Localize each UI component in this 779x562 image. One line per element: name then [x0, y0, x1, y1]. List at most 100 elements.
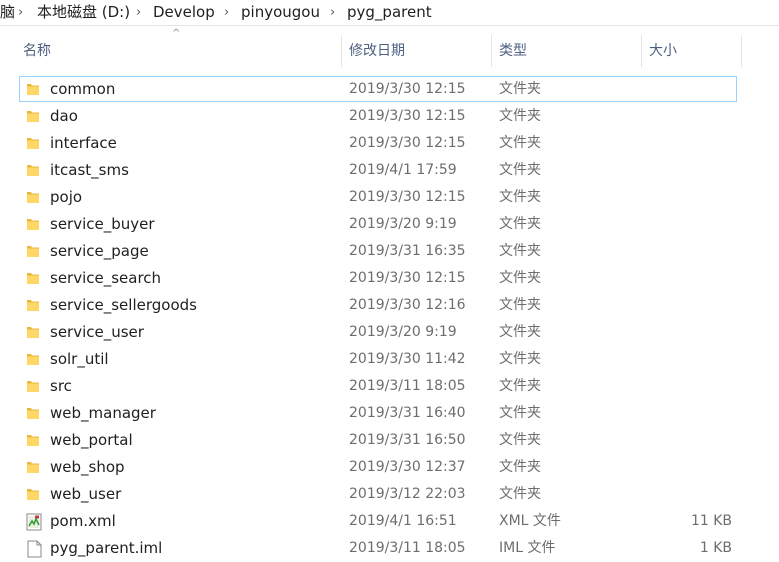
file-row[interactable]: dao 2019/3/30 12:15 文件夹: [19, 103, 737, 129]
file-type: 文件夹: [499, 486, 541, 502]
breadcrumb-separator[interactable]: ›: [18, 0, 23, 25]
file-size: 1 KB: [699, 540, 732, 556]
file-row[interactable]: web_user 2019/3/12 22:03 文件夹: [19, 481, 737, 507]
breadcrumb-separator[interactable]: ›: [136, 0, 141, 25]
file-name: src: [50, 377, 72, 395]
breadcrumb-item-drive[interactable]: 本地磁盘 (D:): [37, 0, 130, 25]
breadcrumb-separator[interactable]: ›: [224, 0, 229, 25]
file-modified-date: 2019/3/30 12:15: [349, 108, 466, 124]
column-divider[interactable]: [341, 35, 342, 67]
file-modified-date: 2019/3/31 16:40: [349, 405, 466, 421]
file-modified-date: 2019/3/31 16:50: [349, 432, 466, 448]
file-name: dao: [50, 107, 78, 125]
file-modified-date: 2019/3/30 11:42: [349, 351, 466, 367]
column-header-date[interactable]: 修改日期: [349, 33, 405, 69]
breadcrumb-item-this-pc[interactable]: 脑: [0, 0, 15, 25]
file-size: 11 KB: [690, 513, 732, 529]
file-modified-date: 2019/3/30 12:37: [349, 459, 466, 475]
file-name: pojo: [50, 188, 83, 206]
file-type: 文件夹: [499, 432, 541, 448]
column-divider[interactable]: [741, 35, 742, 67]
file-name: service_buyer: [50, 215, 155, 233]
folder-icon: [26, 135, 40, 151]
file-type: 文件夹: [499, 81, 541, 97]
file-row[interactable]: service_sellergoods 2019/3/30 12:16 文件夹: [19, 292, 737, 318]
file-type: 文件夹: [499, 378, 541, 394]
file-type: 文件夹: [499, 243, 541, 259]
breadcrumb-item-develop[interactable]: Develop: [153, 0, 215, 25]
column-header: ^ 名称 修改日期 类型 大小: [0, 29, 779, 69]
folder-icon: [26, 432, 40, 448]
file-row[interactable]: web_manager 2019/3/31 16:40 文件夹: [19, 400, 737, 426]
column-header-name[interactable]: 名称: [23, 33, 51, 69]
file-name: web_shop: [50, 458, 125, 476]
file-name: common: [50, 80, 116, 98]
file-modified-date: 2019/3/30 12:16: [349, 297, 466, 313]
file-modified-date: 2019/3/31 16:35: [349, 243, 466, 259]
file-name: web_user: [50, 485, 122, 503]
file-modified-date: 2019/3/11 18:05: [349, 540, 466, 556]
file-modified-date: 2019/3/30 12:15: [349, 135, 466, 151]
file-type: 文件夹: [499, 351, 541, 367]
column-divider[interactable]: [491, 35, 492, 67]
file-modified-date: 2019/3/20 9:19: [349, 216, 457, 232]
folder-icon: [26, 243, 40, 259]
sort-ascending-icon: ^: [172, 28, 181, 39]
column-header-type[interactable]: 类型: [499, 33, 527, 69]
file-row[interactable]: solr_util 2019/3/30 11:42 文件夹: [19, 346, 737, 372]
folder-icon: [26, 162, 40, 178]
file-name: service_search: [50, 269, 162, 287]
file-name: itcast_sms: [50, 161, 129, 179]
file-type: 文件夹: [499, 189, 541, 205]
file-name: pyg_parent.iml: [50, 539, 163, 557]
folder-icon: [26, 378, 40, 394]
folder-icon: [26, 108, 40, 124]
file-name: web_manager: [50, 404, 156, 422]
file-row[interactable]: service_buyer 2019/3/20 9:19 文件夹: [19, 211, 737, 237]
file-row[interactable]: itcast_sms 2019/4/1 17:59 文件夹: [19, 157, 737, 183]
breadcrumb-separator[interactable]: ›: [330, 0, 335, 25]
file-type: 文件夹: [499, 405, 541, 421]
file-row[interactable]: src 2019/3/11 18:05 文件夹: [19, 373, 737, 399]
file-modified-date: 2019/3/11 18:05: [349, 378, 466, 394]
file-modified-date: 2019/4/1 16:51: [349, 513, 457, 529]
file-row[interactable]: interface 2019/3/30 12:15 文件夹: [19, 130, 737, 156]
folder-icon: [26, 81, 40, 97]
breadcrumb: 脑 › 本地磁盘 (D:) › Develop › pinyougou › py…: [0, 0, 779, 26]
file-row[interactable]: web_portal 2019/3/31 16:50 文件夹: [19, 427, 737, 453]
file-row[interactable]: web_shop 2019/3/30 12:37 文件夹: [19, 454, 737, 480]
file-type: XML 文件: [499, 513, 561, 529]
file-type: 文件夹: [499, 135, 541, 151]
file-name: solr_util: [50, 350, 109, 368]
file-modified-date: 2019/3/20 9:19: [349, 324, 457, 340]
file-row[interactable]: pojo 2019/3/30 12:15 文件夹: [19, 184, 737, 210]
folder-icon: [26, 405, 40, 421]
file-row[interactable]: service_page 2019/3/31 16:35 文件夹: [19, 238, 737, 264]
folder-icon: [26, 351, 40, 367]
file-row[interactable]: service_user 2019/3/20 9:19 文件夹: [19, 319, 737, 345]
file-name: service_sellergoods: [50, 296, 197, 314]
breadcrumb-item-pinyougou[interactable]: pinyougou: [241, 0, 320, 25]
file-modified-date: 2019/3/30 12:15: [349, 270, 466, 286]
file-row[interactable]: pom.xml 2019/4/1 16:51 XML 文件 11 KB: [19, 508, 737, 534]
file-modified-date: 2019/3/30 12:15: [349, 189, 466, 205]
file-type: 文件夹: [499, 459, 541, 475]
file-icon: [26, 540, 42, 558]
file-type: 文件夹: [499, 162, 541, 178]
file-name: web_portal: [50, 431, 133, 449]
file-type: 文件夹: [499, 108, 541, 124]
xml-file-icon: [26, 513, 42, 531]
folder-icon: [26, 486, 40, 502]
file-row[interactable]: pyg_parent.iml 2019/3/11 18:05 IML 文件 1 KB: [19, 535, 737, 561]
breadcrumb-item-pyg-parent[interactable]: pyg_parent: [347, 0, 432, 25]
folder-icon: [26, 270, 40, 286]
file-row[interactable]: service_search 2019/3/30 12:15 文件夹: [19, 265, 737, 291]
file-type: IML 文件: [499, 540, 556, 556]
file-row[interactable]: common 2019/3/30 12:15 文件夹: [19, 76, 737, 102]
folder-icon: [26, 216, 40, 232]
file-type: 文件夹: [499, 216, 541, 232]
column-divider[interactable]: [641, 35, 642, 67]
column-header-size[interactable]: 大小: [649, 33, 677, 69]
folder-icon: [26, 324, 40, 340]
folder-icon: [26, 297, 40, 313]
